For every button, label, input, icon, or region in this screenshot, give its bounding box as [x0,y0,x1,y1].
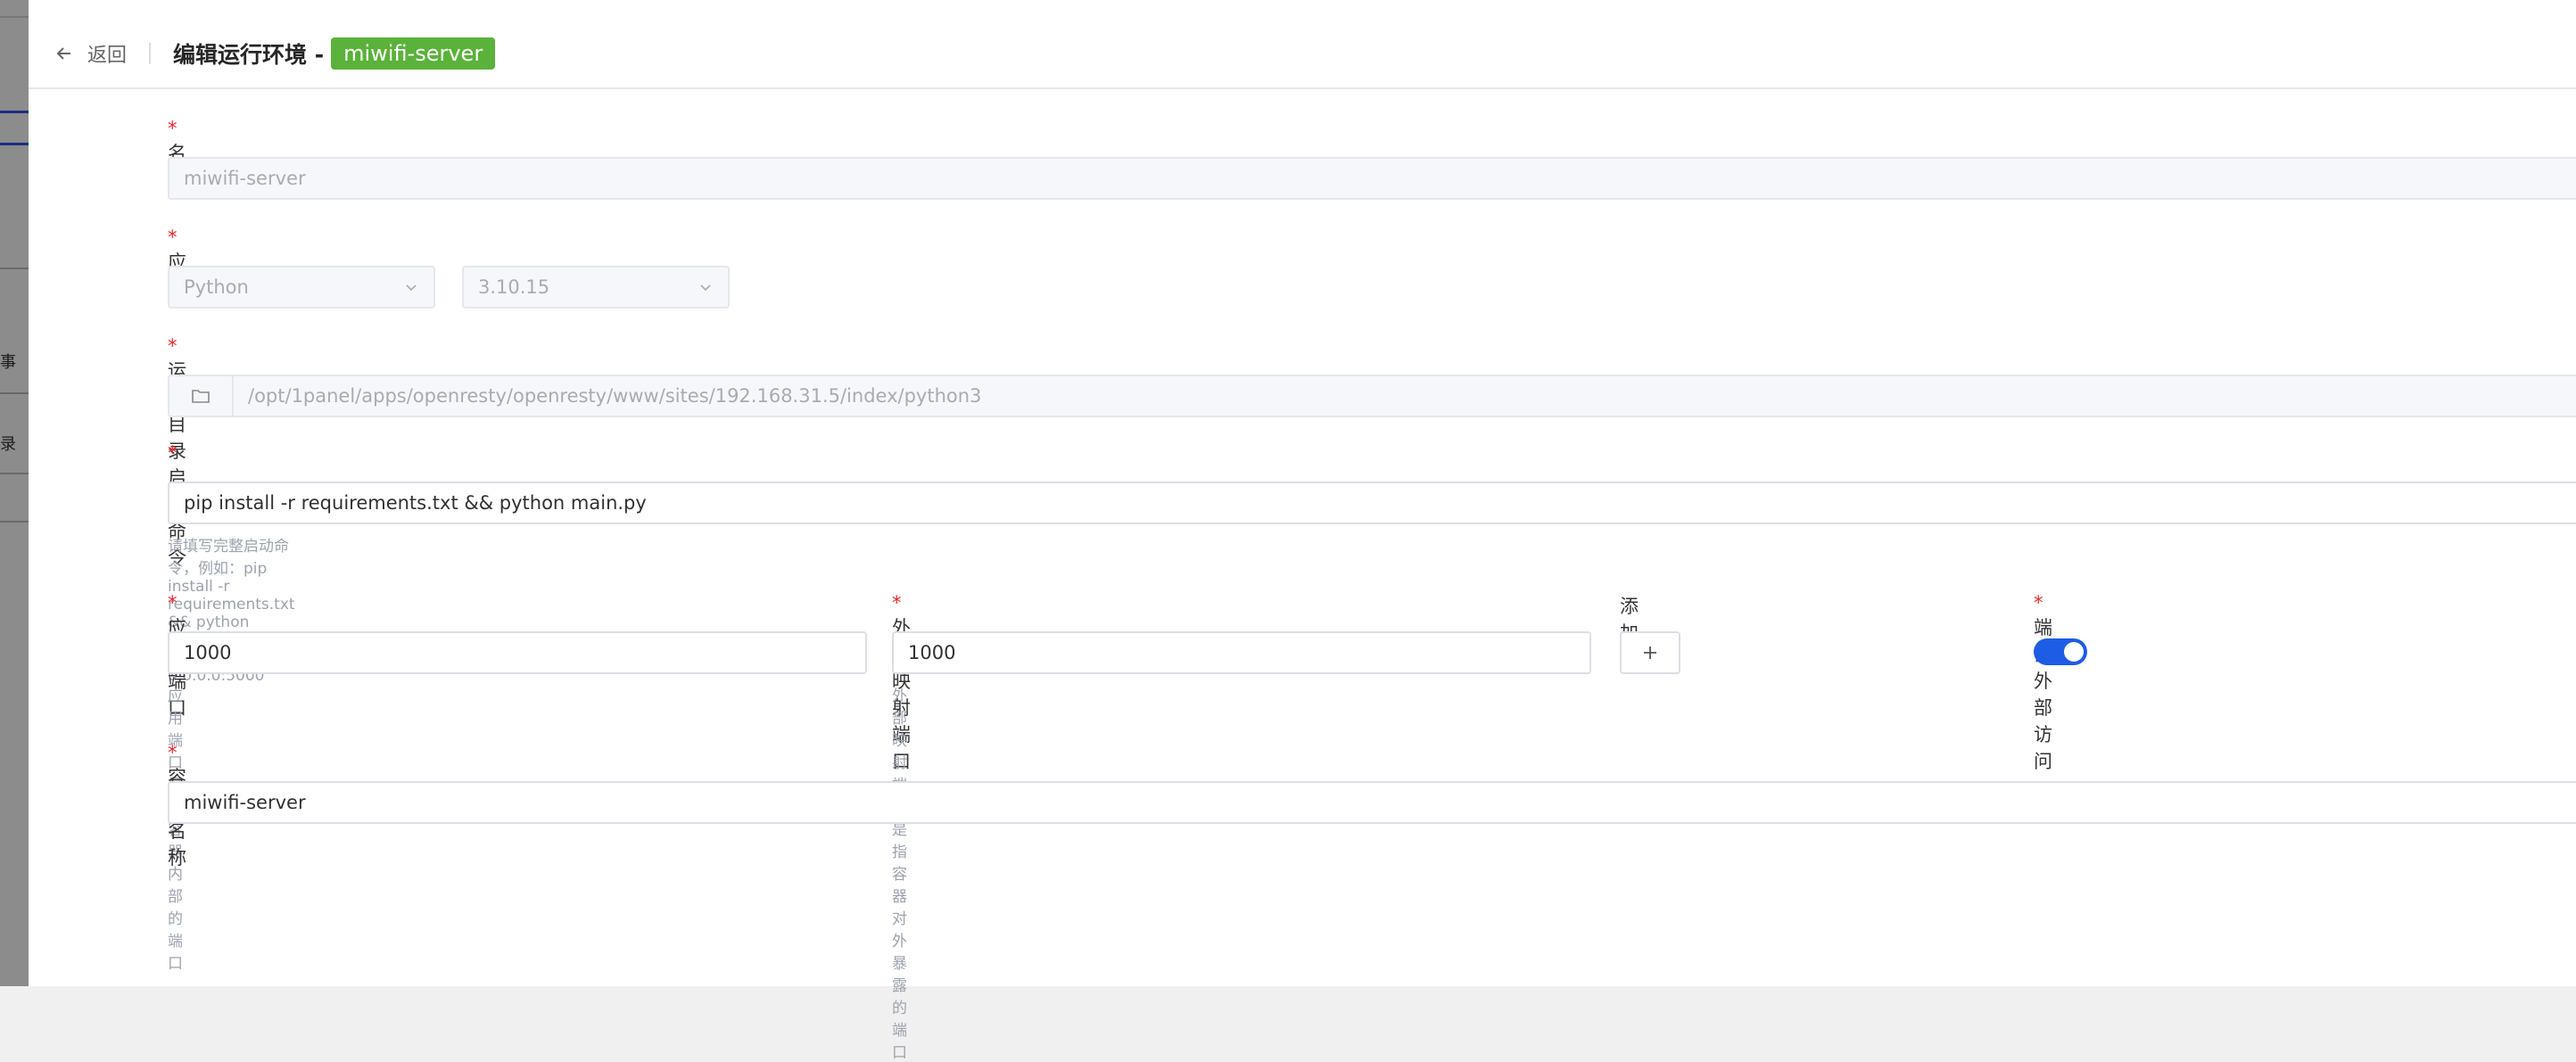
required-mark: * [168,118,178,139]
arrow-left-icon [55,45,73,62]
app-port-input[interactable]: 1000 [168,631,867,674]
name-input[interactable]: miwifi-server [168,157,2576,200]
port-access-toggle[interactable] [2034,638,2087,665]
folder-icon [192,390,210,403]
modal-overlay[interactable] [0,0,29,986]
header-divider [149,43,151,64]
required-mark: * [168,335,178,357]
folder-picker-button[interactable] [168,375,232,417]
ext-port-input[interactable]: 1000 [892,631,1591,674]
back-label: 返回 [87,45,128,67]
app-version-select[interactable]: 3.10.15 [462,266,730,309]
container-name-input[interactable]: miwifi-server [168,781,2576,824]
plus-icon [1644,646,1656,659]
back-button[interactable]: 返回 [55,39,127,68]
add-port-button[interactable] [1620,631,1680,674]
chevron-down-icon [700,284,711,292]
required-mark: * [168,442,178,464]
background-topbar [0,0,2576,18]
toggle-knob [2064,642,2084,662]
ext-port-hint: 外部映射端口是指容器对外暴露的端口 [892,687,907,1062]
app-type-select[interactable]: Python [168,266,435,309]
start-cmd-input[interactable]: pip install -r requirements.txt && pytho… [168,482,2576,524]
drawer-title: 编辑运行环境 - miwifi-server [173,36,496,71]
drawer-header: 返回 编辑运行环境 - miwifi-server [29,16,2576,89]
required-mark: * [2034,592,2043,613]
runtime-name-tag: miwifi-server [331,37,496,70]
required-mark: * [168,592,178,613]
chevron-down-icon [406,284,417,292]
title-text: 编辑运行环境 - [173,42,325,68]
run-dir-input[interactable]: /opt/1panel/apps/openresty/openresty/www… [232,375,2576,417]
required-mark: * [168,742,178,763]
required-mark: * [892,592,902,613]
edit-runtime-drawer: 返回 编辑运行环境 - miwifi-server *名称 miwifi-ser… [29,16,2576,1062]
required-mark: * [168,226,178,248]
port-access-label: *端口外部访问 [2034,592,2052,772]
